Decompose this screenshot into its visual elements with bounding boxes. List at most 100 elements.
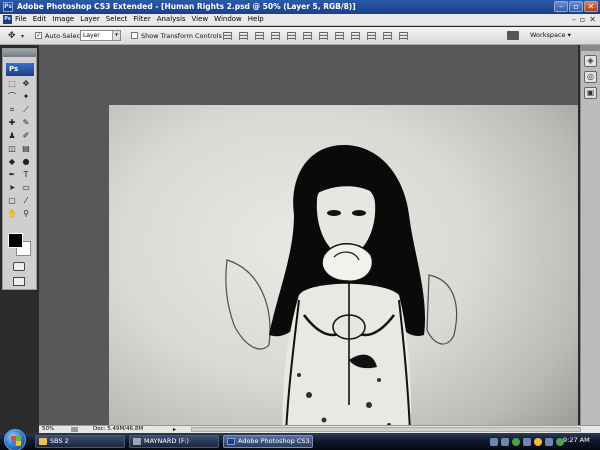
screen: Ps Adobe Photoshop CS3 Extended - [Human… <box>0 0 600 450</box>
artwork-girl-with-flower <box>225 145 458 450</box>
auto-select-value: Layer <box>83 32 100 39</box>
status-info-icon[interactable] <box>71 427 78 432</box>
messenger-icon[interactable] <box>534 437 542 446</box>
bridge-icon[interactable] <box>507 31 519 40</box>
menu-window[interactable]: Window <box>214 15 242 23</box>
auto-select-dropdown[interactable]: Layer ▾ <box>80 30 121 41</box>
path-select-icon[interactable]: ➤ <box>6 183 18 193</box>
healing-brush-icon[interactable]: ✚ <box>6 118 18 128</box>
dodge-icon[interactable]: ● <box>20 157 32 167</box>
clock[interactable]: 9:27 AM <box>563 436 590 444</box>
task-photoshop[interactable]: Adobe Photoshop CS3... <box>223 435 313 448</box>
menu-help[interactable]: Help <box>248 15 264 23</box>
display-icon[interactable] <box>545 437 553 446</box>
security-icon[interactable] <box>512 437 520 446</box>
menu-layer[interactable]: Layer <box>80 15 100 23</box>
align-bottom-icon[interactable] <box>255 32 264 40</box>
menu-select[interactable]: Select <box>106 15 128 23</box>
blur-icon[interactable]: ◆ <box>6 157 18 167</box>
layers-panel-icon[interactable]: ◈ <box>584 55 597 67</box>
align-vcenter-icon[interactable] <box>239 32 248 40</box>
clone-stamp-icon[interactable]: ♟ <box>6 131 18 141</box>
menu-filter[interactable]: Filter <box>133 15 150 23</box>
hand-icon[interactable]: ✋ <box>6 209 18 219</box>
document-icon[interactable]: Ps <box>3 15 12 24</box>
distribute-bottom-icon[interactable] <box>351 32 360 40</box>
window-controls: – ▫ ✕ <box>554 1 598 12</box>
minimize-icon[interactable]: – <box>554 1 568 12</box>
shape-icon[interactable]: ▭ <box>20 183 32 193</box>
workspace <box>39 45 578 450</box>
taskbar: SBS 2 MAYNARD (F:) Adobe Photoshop CS3..… <box>0 429 600 450</box>
type-icon[interactable]: T <box>20 170 32 180</box>
menu-items: File Edit Image Layer Select Filter Analysis Vi… <box>15 15 264 23</box>
gradient-icon[interactable]: ▤ <box>20 144 32 154</box>
move-tool-preset-icon[interactable]: ✥ <box>8 31 16 41</box>
move-icon[interactable]: ✥ <box>20 79 32 89</box>
volume-icon[interactable] <box>523 437 531 446</box>
magic-wand-icon[interactable]: ✦ <box>20 92 32 102</box>
slice-icon[interactable]: ⟋ <box>20 105 32 115</box>
menu-image[interactable]: Image <box>52 15 74 23</box>
distribute-left-icon[interactable] <box>367 32 376 40</box>
menu-analysis[interactable]: Analysis <box>157 15 186 23</box>
lasso-icon[interactable]: ⌒ <box>6 92 18 102</box>
tray-expand-icon[interactable] <box>490 437 498 446</box>
horizontal-scrollbar[interactable] <box>191 427 581 432</box>
panel-dock-header[interactable] <box>581 45 600 51</box>
distribute-hcenter-icon[interactable] <box>383 32 392 40</box>
doc-close-icon[interactable]: ✕ <box>589 15 596 24</box>
align-left-icon[interactable] <box>271 32 280 40</box>
quick-mask-icon[interactable] <box>13 262 25 271</box>
zoom-level[interactable]: 50% <box>42 426 54 433</box>
status-menu-arrow-icon[interactable]: ▸ <box>173 426 176 433</box>
start-button[interactable] <box>4 429 26 450</box>
folder-icon <box>39 438 47 445</box>
marquee-icon[interactable]: ⬚ <box>6 79 18 89</box>
notes-icon[interactable]: ▢ <box>6 196 18 206</box>
history-brush-icon[interactable]: ✐ <box>20 131 32 141</box>
distribute-top-icon[interactable] <box>319 32 328 40</box>
toolbox-header[interactable] <box>3 49 36 57</box>
document-canvas[interactable] <box>109 105 578 450</box>
distribute-right-icon[interactable] <box>399 32 408 40</box>
task-sbs2[interactable]: SBS 2 <box>35 435 125 448</box>
workspace-button[interactable]: Workspace ▾ <box>530 31 571 39</box>
align-right-icon[interactable] <box>303 32 312 40</box>
tool-grid: ⬚ ✥ ⌒ ✦ ⌗ ⟋ ✚ ✎ ♟ ✐ ◫ ▤ ◆ ● ✒ T ➤ ▭ ▢ ⁄ ✋ ⚲ <box>6 79 34 219</box>
menu-view[interactable]: View <box>192 15 209 23</box>
zoom-icon[interactable]: ⚲ <box>20 209 32 219</box>
task-label: Adobe Photoshop CS3... <box>238 437 313 445</box>
screen-mode-icon[interactable] <box>13 277 25 286</box>
maximize-icon[interactable]: ▫ <box>569 1 583 12</box>
eraser-icon[interactable]: ◫ <box>6 144 18 154</box>
show-transform-checkbox[interactable] <box>131 32 138 39</box>
task-label: MAYNARD (F:) <box>144 437 189 445</box>
menu-file[interactable]: File <box>15 15 27 23</box>
options-bar: ✥ ▾ ✓ Auto-Select: Layer ▾ Show Transfor… <box>0 27 600 45</box>
title-bar[interactable]: Ps Adobe Photoshop CS3 Extended - [Human… <box>0 0 600 14</box>
eyedropper-icon[interactable]: ⁄ <box>20 196 32 206</box>
close-icon[interactable]: ✕ <box>584 1 598 12</box>
distribute-vcenter-icon[interactable] <box>335 32 344 40</box>
menu-edit[interactable]: Edit <box>33 15 47 23</box>
crop-icon[interactable]: ⌗ <box>6 105 18 115</box>
chevron-down-icon[interactable]: ▾ <box>21 33 24 40</box>
document-window-controls: – ▫ ✕ <box>572 15 596 24</box>
task-label: SBS 2 <box>50 437 69 445</box>
task-maynard-drive[interactable]: MAYNARD (F:) <box>129 435 219 448</box>
toolbox: Ps ⬚ ✥ ⌒ ✦ ⌗ ⟋ ✚ ✎ ♟ ✐ ◫ ▤ ◆ ● ✒ T ➤ ▭ ▢ ⁄ ✋ ⚲ <box>2 48 37 290</box>
photoshop-logo[interactable]: Ps <box>6 63 34 76</box>
paths-panel-icon[interactable]: ▣ <box>584 87 597 99</box>
drive-icon <box>133 438 141 445</box>
pen-icon[interactable]: ✒ <box>6 170 18 180</box>
foreground-color-swatch[interactable] <box>8 233 23 248</box>
network-icon[interactable] <box>501 437 509 446</box>
doc-minimize-icon[interactable]: – <box>572 15 576 24</box>
doc-restore-icon[interactable]: ▫ <box>580 15 585 24</box>
auto-select-checkbox[interactable]: ✓ <box>35 32 42 39</box>
align-hcenter-icon[interactable] <box>287 32 296 40</box>
brush-icon[interactable]: ✎ <box>20 118 32 128</box>
align-top-icon[interactable] <box>223 32 232 40</box>
channels-panel-icon[interactable]: ◎ <box>584 71 597 83</box>
